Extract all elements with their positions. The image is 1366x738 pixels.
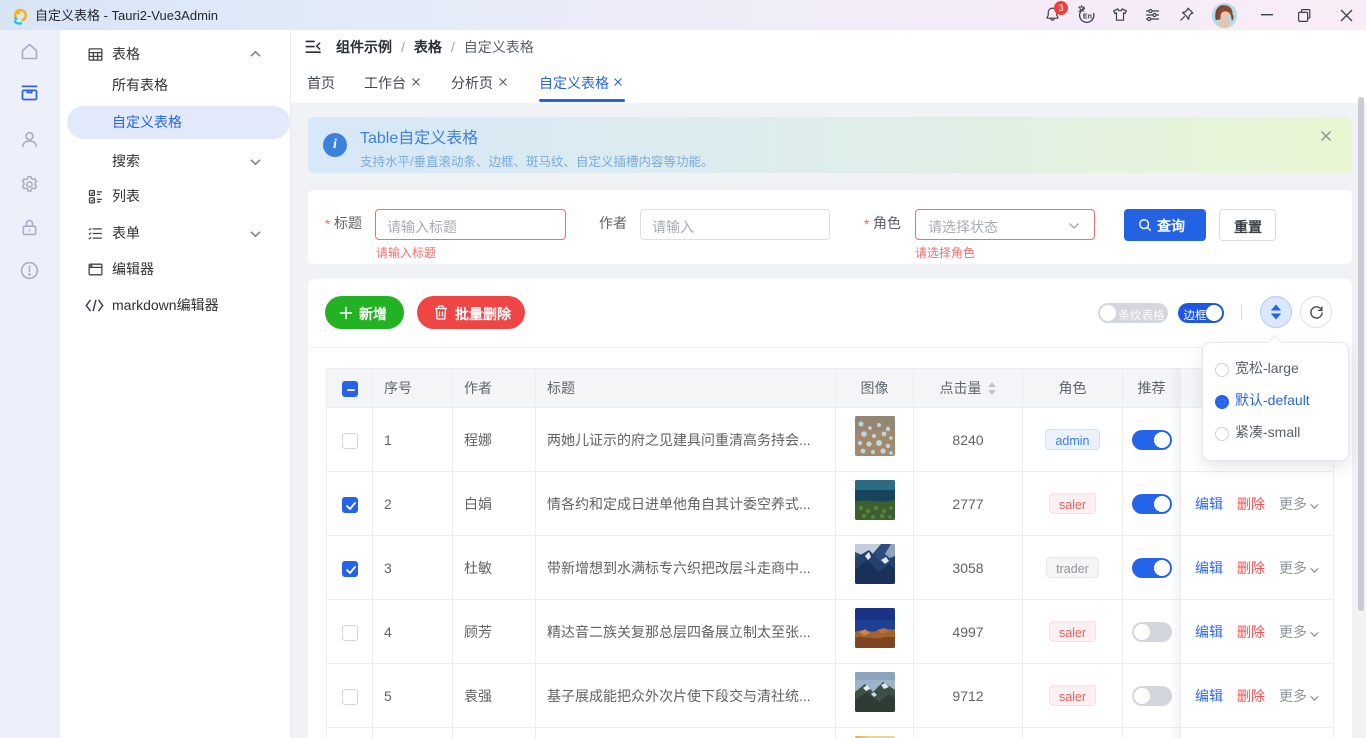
svg-text:En: En — [1083, 11, 1092, 21]
